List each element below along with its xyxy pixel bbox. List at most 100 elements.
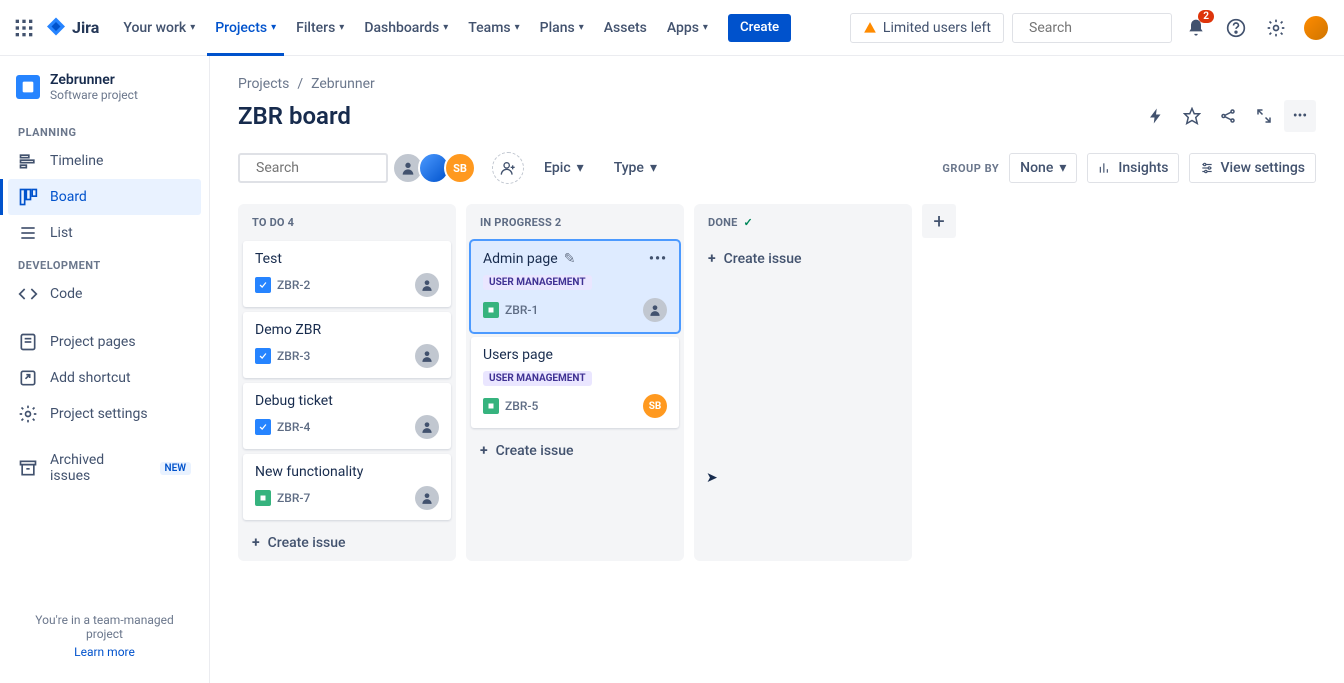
- card-zbr-2[interactable]: TestZBR-2: [243, 241, 451, 307]
- new-badge: NEW: [160, 462, 192, 475]
- nav-assets[interactable]: Assets: [596, 14, 655, 42]
- timeline-icon: [18, 151, 38, 171]
- create-button[interactable]: Create: [728, 14, 791, 42]
- column-header[interactable]: DONE✓: [694, 204, 912, 241]
- gear-icon: [18, 404, 38, 424]
- column-done: DONE✓+Create issue: [694, 204, 912, 561]
- card-assignee[interactable]: [415, 486, 439, 510]
- create-issue-button[interactable]: +Create issue: [694, 241, 912, 277]
- card-zbr-1[interactable]: Admin page✎•••USER MANAGEMENTZBR-1: [471, 241, 679, 332]
- nav-your-work[interactable]: Your work▾: [115, 14, 203, 42]
- project-name: Zebrunner: [50, 72, 138, 88]
- chevron-down-icon: ▾: [443, 22, 448, 33]
- insights-button[interactable]: Insights: [1087, 153, 1179, 183]
- card-assignee[interactable]: [643, 298, 667, 322]
- type-filter[interactable]: Type▾: [604, 154, 667, 182]
- nav-teams[interactable]: Teams▾: [460, 14, 527, 42]
- nav-apps[interactable]: Apps▾: [659, 14, 716, 42]
- chevron-down-icon: ▾: [577, 160, 584, 176]
- column-header[interactable]: TO DO 4: [238, 204, 456, 241]
- fullscreen-button[interactable]: [1248, 100, 1280, 132]
- task-icon: [255, 419, 271, 435]
- board-search[interactable]: [238, 153, 388, 183]
- section-development-label: DEVELOPMENT: [8, 251, 201, 276]
- card-title: Admin page✎•••: [483, 251, 667, 267]
- automation-button[interactable]: [1140, 100, 1172, 132]
- sidebar-item-add-shortcut[interactable]: Add shortcut: [8, 360, 201, 396]
- pages-icon: [18, 332, 38, 352]
- nav-filters[interactable]: Filters▾: [288, 14, 352, 42]
- star-button[interactable]: [1176, 100, 1208, 132]
- card-title: New functionality: [255, 464, 439, 480]
- epic-filter[interactable]: Epic▾: [534, 154, 594, 182]
- sidebar-item-list[interactable]: List: [8, 215, 201, 251]
- more-actions-button[interactable]: •••: [1284, 100, 1316, 132]
- help-icon: [1226, 18, 1246, 38]
- card-more-button[interactable]: •••: [649, 251, 667, 267]
- chevron-down-icon: ▾: [190, 22, 195, 33]
- view-settings-button[interactable]: View settings: [1189, 153, 1316, 183]
- card-key: ZBR-3: [255, 348, 310, 364]
- help-button[interactable]: [1220, 12, 1252, 44]
- app-switcher-icon[interactable]: [12, 16, 36, 40]
- more-icon: •••: [1293, 108, 1307, 124]
- sidebar-footer-text: You're in a team-managed project: [35, 613, 173, 641]
- settings-button[interactable]: [1260, 12, 1292, 44]
- learn-more-link[interactable]: Learn more: [16, 645, 193, 659]
- nav-dashboards[interactable]: Dashboards▾: [356, 14, 456, 42]
- notification-badge: 2: [1198, 10, 1214, 23]
- breadcrumb: Projects / Zebrunner: [238, 76, 1316, 92]
- card-tag: USER MANAGEMENT: [483, 275, 592, 290]
- add-person-icon: [500, 160, 516, 176]
- chevron-down-icon: ▾: [271, 22, 276, 33]
- card-key: ZBR-4: [255, 419, 310, 435]
- column-header[interactable]: IN PROGRESS 2: [466, 204, 684, 241]
- gear-icon: [1266, 18, 1286, 38]
- chevron-down-icon: ▾: [579, 22, 584, 33]
- project-header[interactable]: Zebrunner Software project: [8, 72, 201, 118]
- add-people-button[interactable]: [492, 152, 524, 184]
- share-button[interactable]: [1212, 100, 1244, 132]
- notifications-button[interactable]: 2: [1180, 12, 1212, 44]
- global-search[interactable]: [1012, 13, 1172, 43]
- edit-icon[interactable]: ✎: [564, 251, 576, 267]
- avatar-user-sb[interactable]: SB: [444, 152, 476, 184]
- section-planning-label: PLANNING: [8, 118, 201, 143]
- nav-plans[interactable]: Plans▾: [532, 14, 592, 42]
- card-assignee[interactable]: SB: [643, 394, 667, 418]
- plus-icon: +: [708, 251, 716, 267]
- breadcrumb-projects[interactable]: Projects: [238, 76, 289, 92]
- jira-logo[interactable]: Jira: [44, 16, 99, 40]
- card-assignee[interactable]: [415, 415, 439, 439]
- nav-projects[interactable]: Projects▾: [207, 14, 284, 42]
- expand-icon: [1255, 107, 1273, 125]
- sidebar-item-project-settings[interactable]: Project settings: [8, 396, 201, 432]
- card-assignee[interactable]: [415, 344, 439, 368]
- list-icon: [18, 223, 38, 243]
- group-by-dropdown[interactable]: None▾: [1009, 153, 1077, 183]
- sidebar-item-timeline[interactable]: Timeline: [8, 143, 201, 179]
- breadcrumb-project[interactable]: Zebrunner: [311, 76, 375, 92]
- sidebar-item-archived-issues[interactable]: Archived issues NEW: [8, 444, 201, 492]
- card-zbr-7[interactable]: New functionalityZBR-7: [243, 454, 451, 520]
- sidebar-item-code[interactable]: Code: [8, 276, 201, 312]
- card-zbr-5[interactable]: Users pageUSER MANAGEMENTZBR-5SB: [471, 337, 679, 428]
- chevron-down-icon: ▾: [1059, 160, 1066, 176]
- sidebar-item-project-pages[interactable]: Project pages: [8, 324, 201, 360]
- star-icon: [1183, 107, 1201, 125]
- task-icon: [255, 348, 271, 364]
- board-icon: [18, 187, 38, 207]
- create-issue-button[interactable]: +Create issue: [466, 433, 684, 469]
- group-by-label: GROUP BY: [942, 162, 999, 175]
- profile-button[interactable]: [1300, 12, 1332, 44]
- card-assignee[interactable]: [415, 273, 439, 297]
- create-issue-button[interactable]: +Create issue: [238, 525, 456, 561]
- limited-users-button[interactable]: Limited users left: [850, 13, 1004, 43]
- task-icon: [255, 277, 271, 293]
- card-zbr-4[interactable]: Debug ticketZBR-4: [243, 383, 451, 449]
- card-key: ZBR-1: [483, 302, 538, 318]
- person-icon: [400, 160, 416, 176]
- sidebar-item-board[interactable]: Board: [8, 179, 201, 215]
- card-zbr-3[interactable]: Demo ZBRZBR-3: [243, 312, 451, 378]
- add-column-button[interactable]: +: [922, 204, 956, 238]
